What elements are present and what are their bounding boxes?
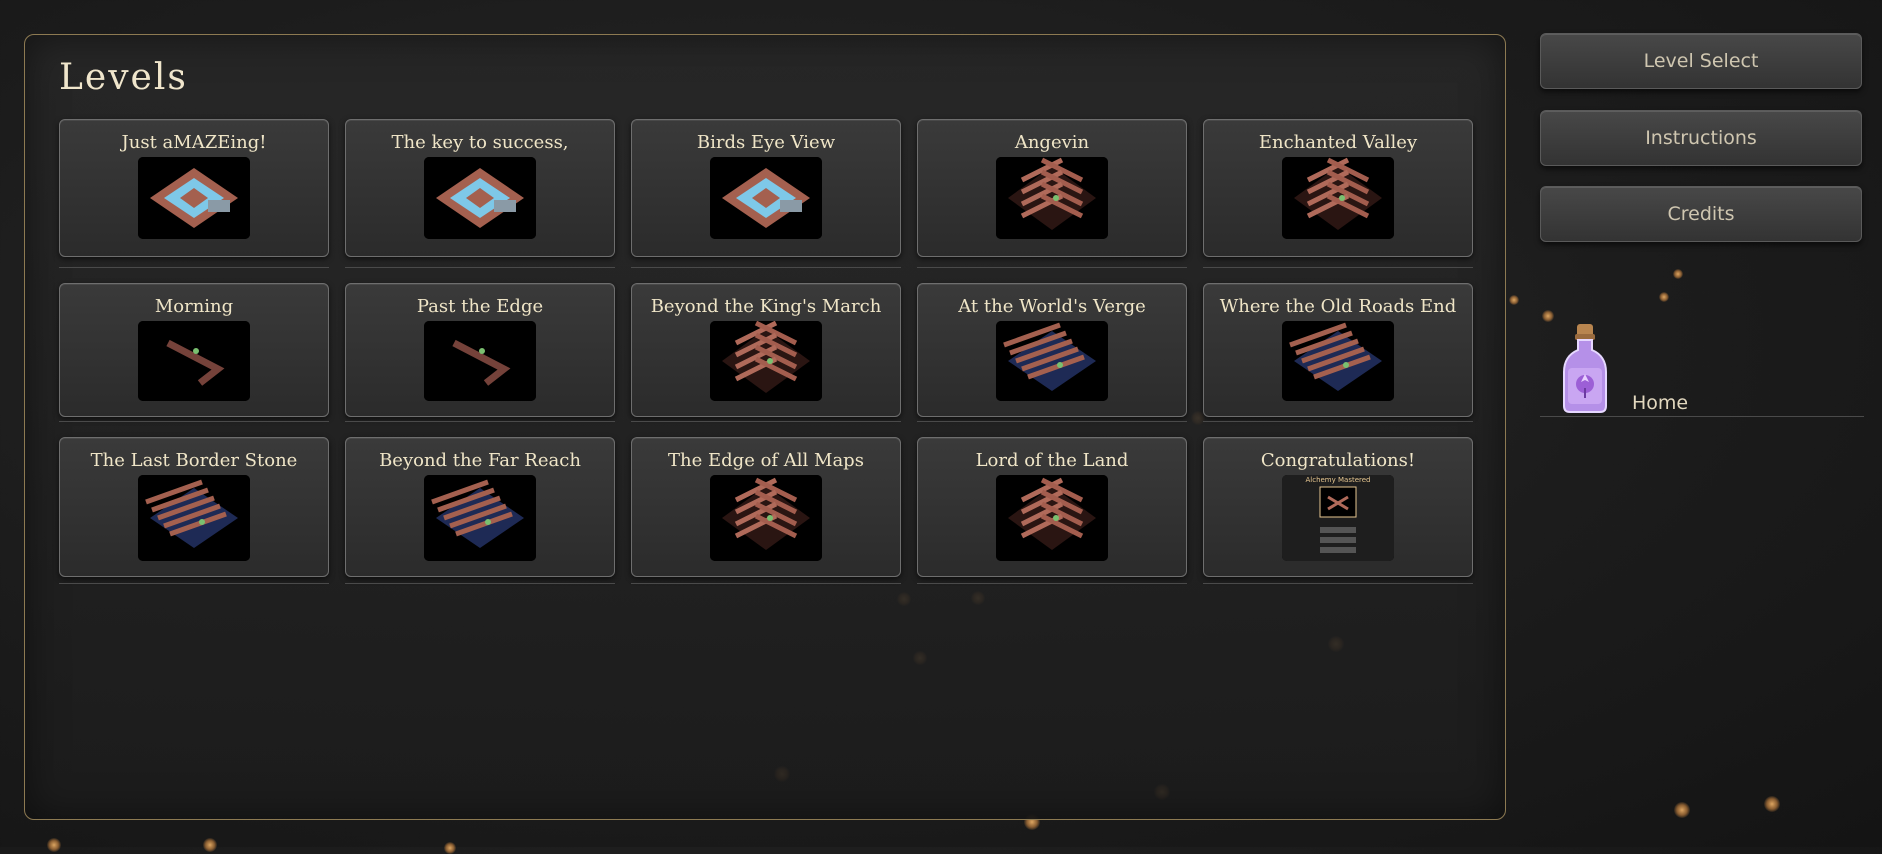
row-divider [59, 421, 329, 422]
row-divider [631, 583, 901, 584]
level-thumbnail [996, 157, 1108, 239]
level-title: At the World's Verge [958, 296, 1146, 317]
row-divider [1203, 583, 1473, 584]
level-select-button[interactable]: Level Select [1540, 33, 1862, 89]
level-title: Enchanted Valley [1258, 132, 1418, 153]
level-thumbnail [710, 475, 822, 561]
level-title: Congratulations! [1260, 450, 1416, 471]
level-thumbnail [138, 475, 250, 561]
level-title: Where the Old Roads End [1219, 296, 1457, 317]
level-title: The key to success, [391, 132, 569, 153]
level-title: Past the Edge [416, 296, 544, 317]
levels-panel: Levels Just aMAZEing! The key to success,… [24, 34, 1506, 820]
level-card[interactable]: Past the Edge [345, 283, 615, 417]
row-divider [917, 583, 1187, 584]
level-thumbnail [996, 475, 1108, 561]
row-divider [1203, 267, 1473, 268]
level-thumbnail [424, 475, 536, 561]
row-divider [631, 267, 901, 268]
level-thumbnail [710, 157, 822, 239]
row-divider [345, 267, 615, 268]
row-divider [631, 421, 901, 422]
particle [1764, 796, 1780, 812]
row-divider [917, 421, 1187, 422]
level-card[interactable]: Where the Old Roads End [1203, 283, 1473, 417]
level-title: The Edge of All Maps [668, 450, 864, 471]
home-link[interactable]: Home [1540, 322, 1864, 417]
level-thumbnail [1282, 321, 1394, 401]
final-level-thumbnail [1282, 475, 1394, 561]
particle [203, 838, 217, 852]
row-divider [345, 583, 615, 584]
particle [1509, 295, 1519, 305]
row-divider [345, 421, 615, 422]
level-card[interactable]: At the World's Verge [917, 283, 1187, 417]
level-thumbnail [710, 321, 822, 401]
particle [444, 842, 456, 854]
level-thumbnail [996, 321, 1108, 401]
instructions-button[interactable]: Instructions [1540, 110, 1862, 166]
home-label: Home [1632, 392, 1689, 414]
row-divider [59, 583, 329, 584]
level-card[interactable]: Just aMAZEing! [59, 119, 329, 257]
level-title: The Last Border Stone [90, 450, 298, 471]
row-divider [59, 267, 329, 268]
level-card[interactable]: The Last Border Stone [59, 437, 329, 577]
particle [1673, 269, 1683, 279]
particle [1674, 802, 1690, 818]
page-title: Levels [59, 57, 188, 98]
level-thumbnail [1282, 157, 1394, 239]
level-card[interactable]: Beyond the King's March [631, 283, 901, 417]
level-thumbnail [424, 157, 536, 239]
level-title: Angevin [1014, 132, 1090, 153]
level-title: Beyond the Far Reach [379, 450, 581, 471]
level-card[interactable]: Morning [59, 283, 329, 417]
level-card[interactable]: Beyond the Far Reach [345, 437, 615, 577]
level-thumbnail [138, 321, 250, 401]
level-title: Morning [154, 296, 234, 317]
level-card[interactable]: Congratulations! Alchemy Mastered [1203, 437, 1473, 577]
level-title: Birds Eye View [696, 132, 836, 153]
particle [1542, 310, 1554, 322]
level-title: Just aMAZEing! [121, 132, 267, 153]
level-card[interactable]: The key to success, [345, 119, 615, 257]
particle [1659, 292, 1669, 302]
level-thumbnail [138, 157, 250, 239]
level-title: Beyond the King's March [650, 296, 882, 317]
level-card[interactable]: Lord of the Land [917, 437, 1187, 577]
final-thumbnail-heading: Alchemy Mastered [1305, 476, 1371, 484]
row-divider [917, 267, 1187, 268]
level-card[interactable]: Angevin [917, 119, 1187, 257]
row-divider [1203, 421, 1473, 422]
level-card[interactable]: The Edge of All Maps [631, 437, 901, 577]
level-card[interactable]: Enchanted Valley [1203, 119, 1473, 257]
particle [47, 838, 61, 852]
level-card[interactable]: Birds Eye View [631, 119, 901, 257]
level-title: Lord of the Land [975, 450, 1129, 471]
potion-bottle-icon [1560, 322, 1610, 420]
credits-button[interactable]: Credits [1540, 186, 1862, 242]
level-thumbnail [424, 321, 536, 401]
